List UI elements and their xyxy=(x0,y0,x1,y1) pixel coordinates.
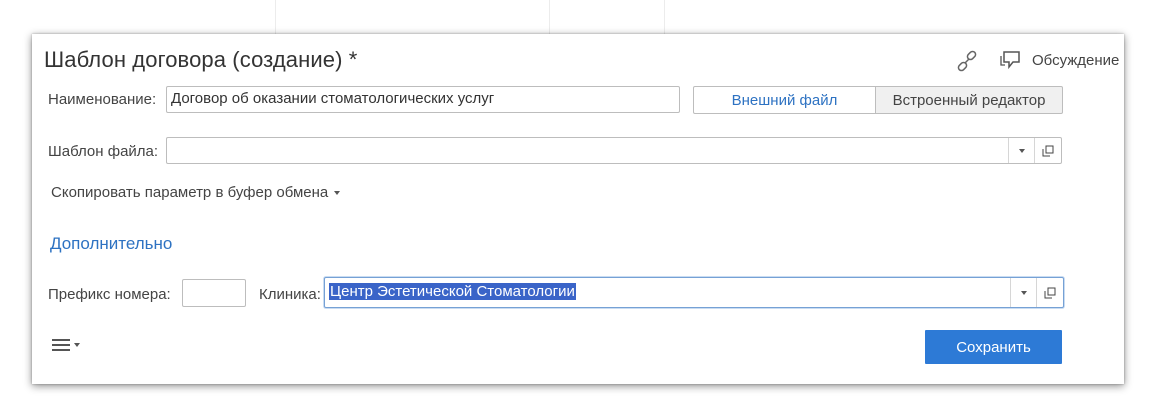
copy-param-label: Скопировать параметр в буфер обмена xyxy=(51,184,329,201)
discussion-button[interactable]: Обсуждение xyxy=(1000,48,1119,72)
discussion-label: Обсуждение xyxy=(1032,51,1120,69)
background-divider xyxy=(275,0,276,36)
hamburger-menu-icon xyxy=(52,339,70,351)
chevron-down-icon xyxy=(74,343,80,347)
save-button[interactable]: Сохранить xyxy=(925,330,1062,364)
builtin-editor-button[interactable]: Встроенный редактор xyxy=(876,86,1063,114)
link-icon[interactable] xyxy=(956,50,978,72)
name-value: Договор об оказании стоматологических ус… xyxy=(171,90,495,107)
comment-icon xyxy=(1000,51,1020,70)
background-divider xyxy=(549,0,550,36)
chevron-down-icon xyxy=(1021,290,1027,295)
clinic-field[interactable]: Центр Эстетической Стоматологии xyxy=(324,277,1064,308)
clinic-dropdown-button[interactable] xyxy=(1010,278,1037,307)
file-template-open-button[interactable] xyxy=(1034,138,1061,163)
copy-param-menu[interactable]: Скопировать параметр в буфер обмена xyxy=(51,184,341,201)
external-file-button[interactable]: Внешний файл xyxy=(693,86,876,114)
chevron-down-icon xyxy=(1019,148,1025,153)
form-window: Шаблон договора (создание) * Обсуждение … xyxy=(32,34,1124,384)
open-window-icon xyxy=(1044,287,1056,298)
form-title: Шаблон договора (создание) * xyxy=(44,47,358,72)
name-label: Наименование: xyxy=(48,91,157,108)
file-template-label: Шаблон файла: xyxy=(48,143,159,160)
background-divider xyxy=(664,0,665,36)
file-template-dropdown-button[interactable] xyxy=(1008,138,1035,163)
name-field[interactable]: Договор об оказании стоматологических ус… xyxy=(166,86,680,113)
clinic-value: Центр Эстетической Стоматологии xyxy=(329,283,576,300)
prefix-field[interactable] xyxy=(182,279,246,307)
more-actions-button[interactable] xyxy=(52,338,80,352)
clinic-open-button[interactable] xyxy=(1036,278,1063,307)
file-template-field[interactable] xyxy=(166,137,1062,164)
prefix-label: Префикс номера: xyxy=(48,286,171,303)
section-additional[interactable]: Дополнительно xyxy=(50,234,172,254)
file-mode-switch: Внешний файл Встроенный редактор xyxy=(693,86,1063,114)
chevron-down-icon xyxy=(334,190,341,195)
open-window-icon xyxy=(1042,145,1054,156)
clinic-label: Клиника: xyxy=(259,286,321,303)
